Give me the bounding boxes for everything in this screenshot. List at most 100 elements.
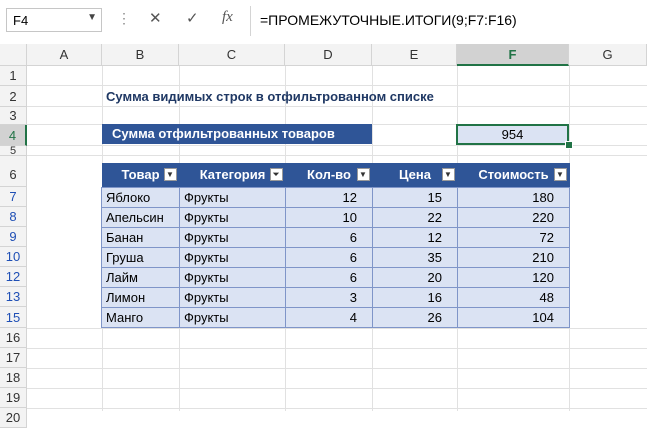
row-header-7[interactable]: 7 xyxy=(0,187,27,207)
filter-active-icon[interactable]: ⏷ xyxy=(269,168,283,181)
formula-bar: F4 ▼ ⋮ ✕ ✓ fx =ПРОМЕЖУТОЧНЫЕ.ИТОГИ(9;F7:… xyxy=(0,0,647,45)
header-category[interactable]: Категория ⏷ xyxy=(179,163,286,187)
cell-product[interactable]: Груша xyxy=(101,246,180,268)
cell-price[interactable]: 26 xyxy=(372,306,458,328)
row-header-2[interactable]: 2 xyxy=(0,86,27,107)
table-row: Груша Фрукты 6 35 210 xyxy=(101,246,570,268)
cell-category[interactable]: Фрукты xyxy=(179,266,286,288)
filter-dropdown-icon[interactable]: ▼ xyxy=(441,168,455,181)
name-box-value: F4 xyxy=(13,13,29,28)
table-row: Банан Фрукты 6 12 72 xyxy=(101,226,570,248)
fill-handle[interactable] xyxy=(565,141,573,149)
row-header-20[interactable]: 20 xyxy=(0,408,27,428)
name-box[interactable]: F4 ▼ xyxy=(6,8,102,32)
cell-product[interactable]: Апельсин xyxy=(101,206,180,228)
cell-product[interactable]: Лайм xyxy=(101,266,180,288)
cell-price[interactable]: 20 xyxy=(372,266,458,288)
cell-category[interactable]: Фрукты xyxy=(179,186,286,208)
row-header-5[interactable]: 5 xyxy=(0,146,27,157)
cell-cost[interactable]: 210 xyxy=(457,246,570,268)
cell-quantity[interactable]: 10 xyxy=(285,206,373,228)
row-header-3[interactable]: 3 xyxy=(0,107,27,125)
row-header-17[interactable]: 17 xyxy=(0,348,27,368)
cell-cost[interactable]: 104 xyxy=(457,306,570,328)
filtered-table: Товар ▼ Категория ⏷ Кол-во ▼ Цена ▼ Стоимост… xyxy=(101,163,570,328)
gridline xyxy=(27,85,647,86)
gridline xyxy=(27,328,647,329)
cell-category[interactable]: Фрукты xyxy=(179,306,286,328)
column-header-c[interactable]: C xyxy=(179,44,285,66)
table-header-row: Товар ▼ Категория ⏷ Кол-во ▼ Цена ▼ Стоимост… xyxy=(101,163,570,187)
cell-price[interactable]: 15 xyxy=(372,186,458,208)
table-row: Апельсин Фрукты 10 22 220 xyxy=(101,206,570,228)
row-header-13[interactable]: 13 xyxy=(0,287,27,307)
cell-quantity[interactable]: 3 xyxy=(285,286,373,308)
table-row: Лимон Фрукты 3 16 48 xyxy=(101,286,570,308)
cell-category[interactable]: Фрукты xyxy=(179,286,286,308)
cell-quantity[interactable]: 6 xyxy=(285,246,373,268)
header-product[interactable]: Товар ▼ xyxy=(101,163,180,187)
cell-cost[interactable]: 220 xyxy=(457,206,570,228)
cell-category[interactable]: Фрукты xyxy=(179,226,286,248)
header-cost[interactable]: Стоимость ▼ xyxy=(457,163,570,187)
cell-quantity[interactable]: 4 xyxy=(285,306,373,328)
row-header-12[interactable]: 12 xyxy=(0,267,27,287)
row-header-8[interactable]: 8 xyxy=(0,207,27,227)
cell-product[interactable]: Банан xyxy=(101,226,180,248)
row-header-1[interactable]: 1 xyxy=(0,66,27,86)
cell-price[interactable]: 35 xyxy=(372,246,458,268)
cell-price[interactable]: 16 xyxy=(372,286,458,308)
cell-price[interactable]: 12 xyxy=(372,226,458,248)
gridline xyxy=(27,368,647,369)
cell-quantity[interactable]: 12 xyxy=(285,186,373,208)
confirm-icon[interactable]: ✓ xyxy=(186,9,199,27)
header-price[interactable]: Цена ▼ xyxy=(372,163,458,187)
row-header-9[interactable]: 9 xyxy=(0,227,27,247)
row-header-10[interactable]: 10 xyxy=(0,247,27,267)
row-header-15[interactable]: 15 xyxy=(0,307,27,328)
column-header-b[interactable]: B xyxy=(102,44,179,66)
cell-cost[interactable]: 120 xyxy=(457,266,570,288)
summary-value-cell[interactable]: 954 xyxy=(456,124,569,145)
chevron-down-icon[interactable]: ▼ xyxy=(87,12,97,23)
header-quantity[interactable]: Кол-во ▼ xyxy=(285,163,373,187)
column-header-f[interactable]: F xyxy=(457,44,569,66)
filter-dropdown-icon[interactable]: ▼ xyxy=(356,168,370,181)
insert-function-icon[interactable]: fx xyxy=(222,9,233,26)
gridline xyxy=(27,408,647,409)
row-header-16[interactable]: 16 xyxy=(0,328,27,348)
cell-cost[interactable]: 180 xyxy=(457,186,570,208)
column-header-d[interactable]: D xyxy=(285,44,372,66)
cell-cost[interactable]: 72 xyxy=(457,226,570,248)
cell-price[interactable]: 22 xyxy=(372,206,458,228)
table-row: Яблоко Фрукты 12 15 180 xyxy=(101,186,570,208)
cell-product[interactable]: Лимон xyxy=(101,286,180,308)
column-header-e[interactable]: E xyxy=(372,44,457,66)
cell-quantity[interactable]: 6 xyxy=(285,226,373,248)
row-header-4[interactable]: 4 xyxy=(0,125,27,146)
gridline xyxy=(27,106,647,107)
cell-category[interactable]: Фрукты xyxy=(179,206,286,228)
select-all-corner[interactable] xyxy=(0,44,27,66)
gridline xyxy=(27,348,647,349)
filter-dropdown-icon[interactable]: ▼ xyxy=(553,168,567,181)
filter-dropdown-icon[interactable]: ▼ xyxy=(163,168,177,181)
row-header-6[interactable]: 6 xyxy=(0,156,27,187)
table-row: Манго Фрукты 4 26 104 xyxy=(101,306,570,328)
formula-input[interactable]: =ПРОМЕЖУТОЧНЫЕ.ИТОГИ(9;F7:F16) xyxy=(260,12,517,28)
cell-quantity[interactable]: 6 xyxy=(285,266,373,288)
cell-cost[interactable]: 48 xyxy=(457,286,570,308)
column-header-g[interactable]: G xyxy=(569,44,647,66)
gridline xyxy=(27,388,647,389)
row-header-19[interactable]: 19 xyxy=(0,388,27,408)
row-header-18[interactable]: 18 xyxy=(0,368,27,388)
sheet-title: Сумма видимых строк в отфильтрованном сп… xyxy=(106,89,434,104)
cell-category[interactable]: Фрукты xyxy=(179,246,286,268)
column-header-a[interactable]: A xyxy=(27,44,102,66)
more-options-icon[interactable]: ⋮ xyxy=(117,10,131,27)
formula-bar-divider xyxy=(250,6,251,36)
cell-product[interactable]: Манго xyxy=(101,306,180,328)
summary-label[interactable]: Сумма отфильтрованных товаров xyxy=(102,124,372,144)
cancel-icon[interactable]: ✕ xyxy=(149,9,162,27)
cell-product[interactable]: Яблоко xyxy=(101,186,180,208)
